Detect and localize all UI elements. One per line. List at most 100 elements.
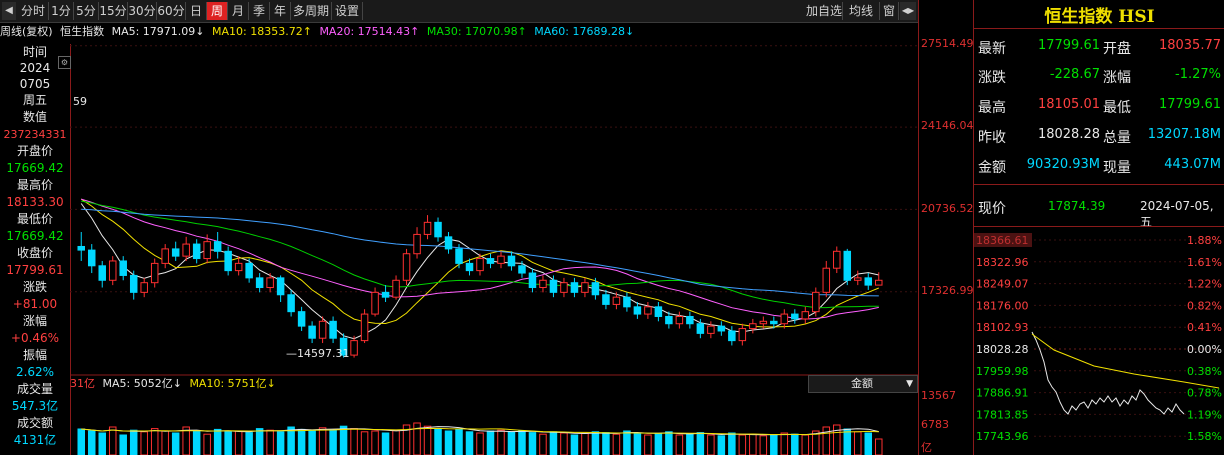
period-tab[interactable]: 多周期 — [291, 2, 332, 20]
candle[interactable] — [686, 311, 694, 329]
candle[interactable] — [434, 217, 442, 242]
candle[interactable] — [276, 275, 285, 302]
candle-body — [182, 243, 190, 257]
volume-bar — [686, 433, 694, 455]
period-tab[interactable]: 1分 — [49, 2, 74, 20]
candle[interactable] — [854, 270, 862, 286]
candle[interactable] — [119, 256, 127, 281]
low-value: 17669.42 — [6, 229, 64, 243]
candle[interactable] — [801, 306, 810, 324]
candle[interactable] — [255, 273, 264, 293]
scroll-left-icon[interactable]: ◀ — [2, 2, 16, 20]
candle-body — [560, 282, 568, 293]
candle-body — [528, 272, 537, 289]
candle[interactable] — [633, 302, 642, 319]
toolbar-action-button[interactable]: 窗 — [880, 2, 899, 20]
candle[interactable] — [749, 318, 757, 334]
candle[interactable] — [392, 275, 400, 300]
toolbar-action-button[interactable]: 加自选 — [806, 2, 843, 20]
candle-body — [602, 294, 610, 305]
period-tab[interactable]: 日 — [186, 2, 207, 20]
period-tab[interactable]: 15分 — [99, 2, 128, 20]
candle[interactable] — [329, 316, 337, 344]
candle[interactable] — [539, 275, 547, 293]
low-marker: —14597.31 — [286, 347, 350, 360]
period-tab[interactable]: 年 — [270, 2, 291, 20]
candle[interactable] — [224, 246, 232, 276]
low-label: 最低价 — [16, 212, 53, 226]
candle[interactable] — [623, 292, 631, 312]
period-tab[interactable]: 季 — [249, 2, 270, 20]
volume-selector[interactable]: 金额 ▼ — [808, 375, 918, 393]
period-tab[interactable]: 5分 — [74, 2, 99, 20]
volume-bar — [297, 428, 306, 455]
candle[interactable] — [602, 289, 610, 310]
candle[interactable] — [402, 248, 411, 286]
period-tab[interactable]: 设置 — [332, 2, 363, 20]
candle[interactable] — [182, 236, 190, 261]
candle[interactable] — [150, 258, 159, 288]
candle[interactable] — [528, 268, 537, 293]
candle[interactable] — [591, 277, 600, 300]
candle[interactable] — [297, 306, 306, 331]
candle[interactable] — [213, 232, 222, 259]
candle-body — [581, 282, 589, 293]
candle[interactable] — [360, 309, 369, 344]
candle[interactable] — [287, 289, 295, 317]
candle[interactable] — [192, 239, 201, 264]
candle[interactable] — [791, 309, 799, 324]
period-tab[interactable]: 30分 — [128, 2, 157, 20]
period-tab[interactable]: 周 — [207, 2, 228, 20]
candle[interactable] — [812, 287, 820, 317]
candle[interactable] — [381, 285, 390, 302]
candle[interactable] — [98, 260, 106, 288]
candle[interactable] — [77, 232, 85, 261]
volume-selector-value: 金额 — [851, 377, 873, 390]
candle[interactable] — [728, 326, 736, 346]
candle-body — [675, 315, 684, 325]
candle[interactable] — [560, 277, 568, 298]
candle[interactable] — [843, 248, 852, 286]
candle[interactable] — [245, 258, 253, 283]
candle[interactable] — [444, 232, 453, 254]
candle[interactable] — [717, 321, 726, 336]
period-tab[interactable]: 月 — [228, 2, 249, 20]
candle[interactable] — [738, 323, 747, 346]
candle[interactable] — [675, 311, 684, 329]
candle[interactable] — [140, 277, 148, 298]
volume-bar — [486, 430, 495, 455]
candle[interactable] — [497, 251, 505, 269]
scroll-arrows-icon[interactable]: ◀▶ — [900, 2, 916, 20]
candle-body — [161, 248, 169, 264]
volume-bar — [602, 432, 610, 455]
candle[interactable] — [644, 302, 652, 319]
candle-body — [150, 262, 159, 284]
candle[interactable] — [833, 246, 841, 274]
toolbar-action-button[interactable]: 均线 — [843, 2, 880, 20]
candle[interactable] — [423, 215, 432, 240]
volume-bar — [696, 432, 705, 455]
candle-body — [434, 221, 442, 238]
candle[interactable] — [371, 287, 379, 317]
candle[interactable] — [780, 309, 789, 329]
candle[interactable] — [413, 227, 421, 259]
period-tab[interactable]: 分时 — [18, 2, 49, 20]
candle[interactable] — [87, 244, 96, 274]
candle[interactable] — [570, 277, 579, 298]
candle[interactable] — [161, 244, 169, 269]
candle[interactable] — [171, 241, 180, 261]
candle[interactable] — [822, 260, 831, 298]
period-tab[interactable]: 60分 — [157, 2, 186, 20]
candle[interactable] — [654, 302, 663, 322]
candle[interactable] — [350, 335, 358, 358]
candle[interactable] — [486, 253, 495, 269]
volume-bar — [465, 431, 474, 455]
candle[interactable] — [129, 270, 138, 300]
candle[interactable] — [507, 251, 516, 271]
candle[interactable] — [308, 321, 316, 344]
candle-body — [266, 277, 274, 289]
candle[interactable] — [864, 273, 873, 290]
candle[interactable] — [581, 277, 589, 298]
candle[interactable] — [108, 256, 117, 286]
intraday-mini-chart[interactable]: 18366.611.88%18322.961.61%18249.071.22%1… — [974, 232, 1224, 455]
